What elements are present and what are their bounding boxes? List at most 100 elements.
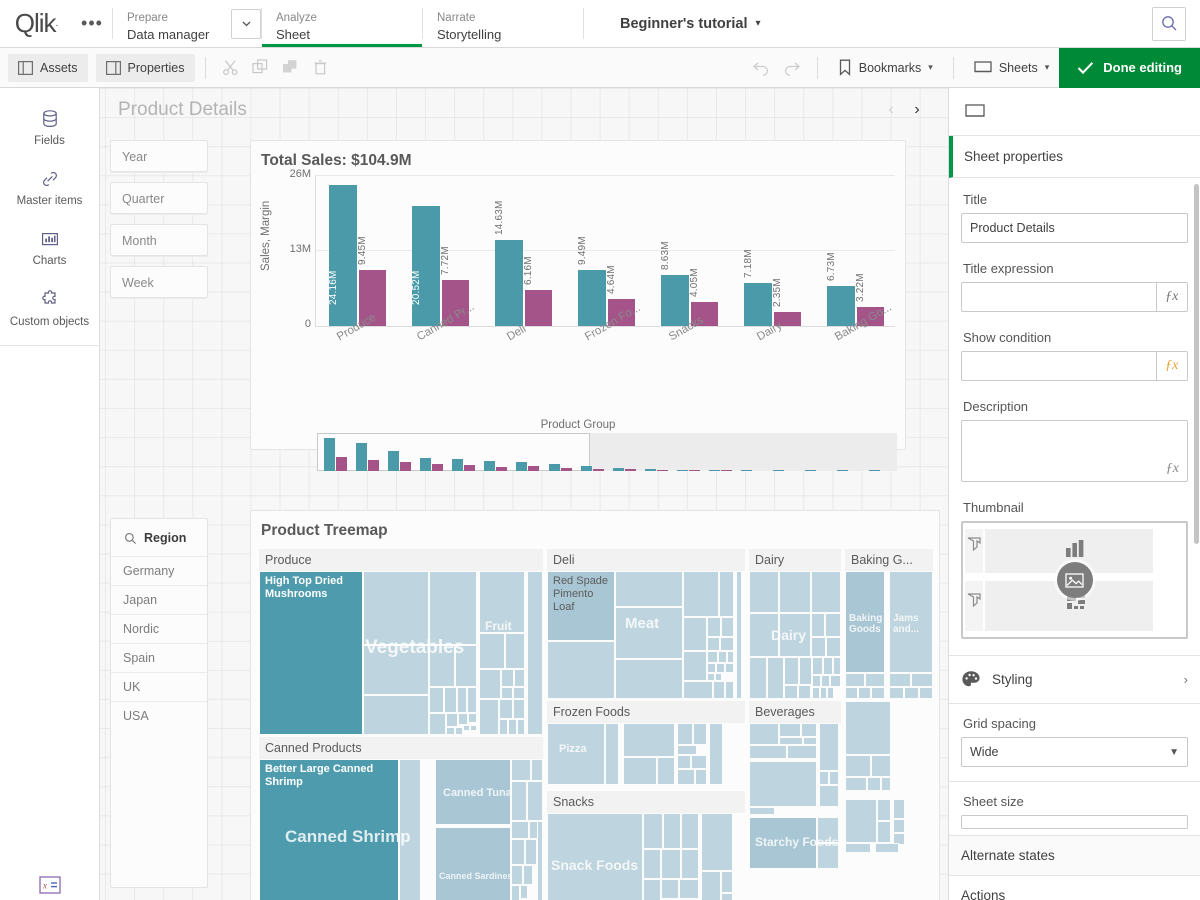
treemap-tile[interactable] <box>429 645 455 687</box>
treemap-tile[interactable] <box>677 755 691 769</box>
treemap-tile[interactable] <box>677 723 693 745</box>
list-item[interactable]: Japan <box>111 585 207 614</box>
treemap-tile[interactable] <box>499 719 508 735</box>
treemap-tile[interactable] <box>749 745 787 759</box>
treemap-tile[interactable] <box>511 759 531 781</box>
treemap-tile[interactable] <box>513 699 525 719</box>
properties-scrollbar[interactable] <box>1194 184 1199 544</box>
sheet-size-select[interactable] <box>961 815 1188 829</box>
treemap-tile[interactable] <box>707 673 715 681</box>
sidebar-item-master-items[interactable]: Master items <box>0 158 99 218</box>
thumbnail-preview[interactable] <box>961 521 1188 639</box>
treemap-group-canned-products[interactable]: Canned Products Better Large Canned Shri… <box>259 737 543 900</box>
treemap-tile[interactable] <box>429 687 444 713</box>
treemap-tile[interactable] <box>725 681 734 699</box>
grid-spacing-select[interactable]: Wide ▼ <box>961 737 1188 767</box>
treemap-tile[interactable] <box>435 827 511 900</box>
next-sheet-button[interactable]: › <box>904 97 930 123</box>
treemap-tile[interactable] <box>799 657 812 685</box>
treemap-tile[interactable] <box>819 785 839 807</box>
undo-button[interactable] <box>747 54 777 82</box>
treemap-group-baking-goods[interactable]: Baking G... Baking Goods Jams and... <box>845 549 933 699</box>
assets-panel-toggle[interactable]: Assets <box>8 54 88 82</box>
treemap-tile-highlight[interactable]: Red Spade Pimento Loaf <box>547 571 615 641</box>
treemap-tile[interactable] <box>470 725 477 731</box>
treemap-tile[interactable] <box>661 879 679 899</box>
treemap-tile[interactable] <box>817 843 839 869</box>
treemap-tile[interactable] <box>615 571 683 607</box>
treemap-tile[interactable] <box>811 637 826 657</box>
treemap-tile[interactable] <box>713 681 725 699</box>
treemap-group-deli[interactable]: Deli Red Spade Pimento Loaf <box>547 549 745 699</box>
properties-panel-toggle[interactable]: Properties <box>96 54 195 82</box>
treemap-tile[interactable] <box>455 727 463 735</box>
filter-pane-year[interactable]: Year <box>110 140 208 172</box>
treemap-tile[interactable] <box>845 755 871 777</box>
treemap-tile[interactable] <box>547 813 643 900</box>
treemap-tile[interactable] <box>779 737 803 745</box>
treemap-tile[interactable] <box>520 885 528 899</box>
treemap-group-dairy[interactable]: Dairy <box>749 549 841 699</box>
treemap-tile[interactable] <box>845 687 858 699</box>
treemap-tile[interactable] <box>707 651 718 663</box>
treemap-tile[interactable] <box>819 723 839 771</box>
list-item[interactable]: USA <box>111 701 207 730</box>
treemap-tile[interactable] <box>363 695 429 735</box>
treemap-group-snacks[interactable]: Snacks <box>547 791 745 900</box>
nav-item-narrate[interactable]: Narrate Storytelling <box>423 0 583 47</box>
treemap-tile[interactable] <box>845 799 877 843</box>
treemap-tile[interactable] <box>720 637 734 651</box>
treemap-tile[interactable] <box>547 641 615 699</box>
treemap-tile[interactable] <box>683 571 719 617</box>
treemap-tile[interactable] <box>527 571 543 735</box>
treemap-tile[interactable] <box>721 871 733 893</box>
treemap-tile[interactable] <box>749 613 779 657</box>
treemap-tile[interactable] <box>767 657 784 699</box>
treemap-tile[interactable] <box>444 687 457 713</box>
treemap-tile[interactable] <box>811 613 825 637</box>
paste-button[interactable] <box>276 54 306 82</box>
app-title-dropdown[interactable]: Beginner's tutorial ▾ <box>620 0 761 47</box>
treemap-tile[interactable] <box>693 723 707 745</box>
treemap-tile[interactable] <box>867 777 881 791</box>
treemap-tile[interactable] <box>463 725 470 731</box>
treemap-tile[interactable] <box>663 813 681 849</box>
treemap-tile[interactable] <box>527 781 543 821</box>
more-menu-button[interactable]: ••• <box>72 0 112 47</box>
treemap-tile[interactable] <box>889 687 904 699</box>
list-item[interactable]: Spain <box>111 643 207 672</box>
treemap-tile[interactable] <box>363 645 429 695</box>
sidebar-item-charts[interactable]: Charts <box>0 218 99 278</box>
alternate-states-row[interactable]: Alternate states <box>949 836 1200 876</box>
treemap-tile[interactable] <box>467 687 477 713</box>
treemap-tile[interactable] <box>825 613 841 637</box>
treemap-tile[interactable] <box>889 571 933 673</box>
treemap-tile[interactable] <box>833 657 841 675</box>
treemap-tile-selected[interactable]: High Top Dried Mushrooms <box>259 571 363 735</box>
bar-sales-canned[interactable] <box>412 206 440 326</box>
treemap-tile[interactable] <box>677 745 697 755</box>
redo-button[interactable] <box>777 54 807 82</box>
treemap-tile[interactable] <box>801 723 817 737</box>
treemap-tile[interactable] <box>525 839 537 865</box>
treemap-tile[interactable] <box>779 723 801 737</box>
treemap-tile[interactable] <box>455 645 477 687</box>
treemap-tile[interactable] <box>643 849 661 879</box>
treemap-tile[interactable] <box>749 807 775 815</box>
treemap-tile[interactable] <box>446 727 455 735</box>
treemap-tile[interactable] <box>715 673 722 681</box>
treemap-tile[interactable] <box>511 821 529 839</box>
nav-item-analyze[interactable]: Analyze Sheet <box>262 0 422 47</box>
treemap-tile[interactable] <box>479 633 505 669</box>
title-expression-fx-button[interactable]: ƒx <box>1156 282 1188 312</box>
treemap-tile[interactable] <box>363 571 429 645</box>
filter-pane-quarter[interactable]: Quarter <box>110 182 208 214</box>
global-search-button[interactable] <box>1152 7 1186 41</box>
treemap-tile[interactable] <box>845 673 865 687</box>
treemap-tile[interactable] <box>889 673 911 687</box>
treemap-group-beverages[interactable]: Beverages <box>749 701 841 900</box>
title-expression-input[interactable] <box>961 282 1156 312</box>
treemap-tile[interactable] <box>523 865 533 885</box>
bar-sales-baking[interactable] <box>827 286 855 326</box>
treemap-tile[interactable] <box>514 669 525 687</box>
